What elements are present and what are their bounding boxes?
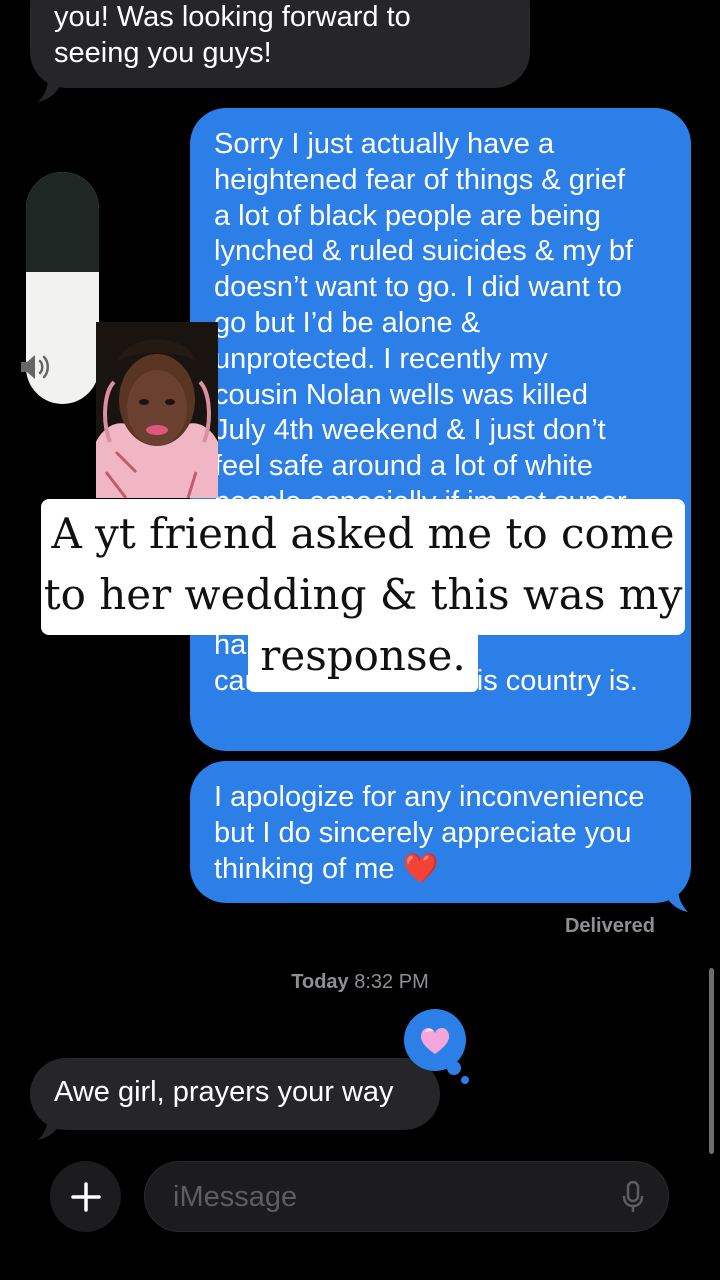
message-timestamp: Today 8:32 PM [0, 971, 720, 994]
add-attachment-button[interactable] [50, 1161, 121, 1232]
message-text: I apologize for any inconvenience but I … [214, 781, 645, 885]
microphone-icon[interactable] [622, 1181, 644, 1213]
imessage-input[interactable]: iMessage [144, 1161, 669, 1232]
plus-icon [70, 1181, 101, 1212]
incoming-message-bubble[interactable]: Awe girl, prayers your way [30, 1058, 440, 1130]
incoming-message-bubble[interactable]: you! Was looking forward to seeing you g… [30, 0, 530, 88]
message-text: Awe girl, prayers your way [54, 1076, 394, 1108]
video-caption: A yt friend asked me to come to her wedd… [43, 509, 683, 680]
creator-face-overlay [96, 322, 218, 498]
delivered-status: Delivered [564, 915, 655, 937]
bubble-tail [38, 78, 60, 102]
message-text: you! Was looking forward to seeing you g… [54, 1, 411, 69]
input-placeholder: iMessage [173, 1181, 298, 1213]
outgoing-message-bubble[interactable]: I apologize for any inconvenience but I … [190, 761, 691, 903]
volume-level [26, 172, 99, 272]
scrollbar[interactable] [709, 968, 714, 1154]
bubble-tail [666, 888, 688, 912]
bubble-tail [38, 1116, 60, 1140]
speaker-icon [21, 355, 49, 379]
timestamp-day: Today [291, 971, 349, 993]
timestamp-time: 8:32 PM [354, 971, 429, 993]
heart-icon[interactable] [404, 1008, 470, 1088]
